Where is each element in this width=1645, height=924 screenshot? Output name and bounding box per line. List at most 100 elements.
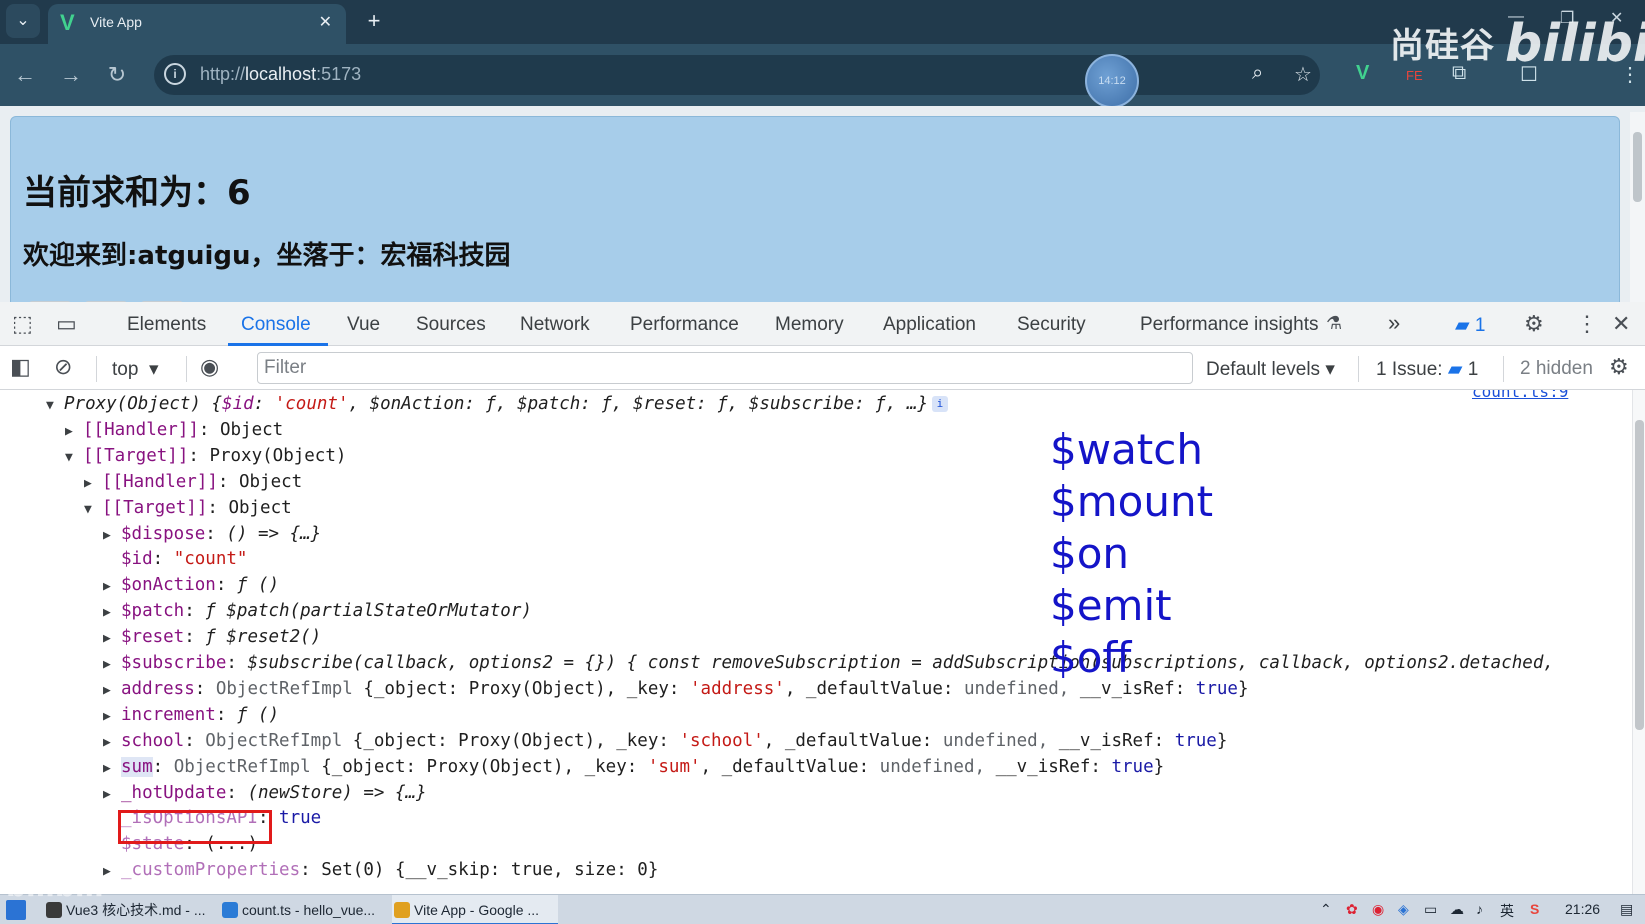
console-tree-row[interactable]: ▶ school: ObjectRefImpl {_object: Proxy(O… <box>103 729 1227 754</box>
page-scrollbar[interactable] <box>1630 112 1645 302</box>
expand-arrow-icon: ▶ <box>65 423 73 439</box>
tab-vue[interactable]: Vue <box>347 314 380 336</box>
overlay-method-label: $watch <box>1050 425 1203 474</box>
log-levels-dropdown[interactable]: Default levels ▾ <box>1206 358 1335 381</box>
tray-app-icon-2[interactable]: ◈ <box>1398 901 1409 918</box>
url-text: http://localhost:5173 <box>200 64 362 84</box>
property-key: address <box>121 678 195 699</box>
property-value: ƒ () <box>236 704 280 725</box>
device-toolbar-icon[interactable]: ▭ <box>56 311 77 337</box>
tray-app-icon-1[interactable]: ✿ <box>1346 901 1358 918</box>
property-key: [[Handler]] <box>102 471 218 492</box>
expand-arrow-icon: ▶ <box>84 475 92 491</box>
forward-icon[interactable]: → <box>54 58 88 92</box>
bilibili-corner-watermark: bilibili <box>6 870 104 903</box>
console-tree-row[interactable]: $id: "count" <box>103 547 247 572</box>
console-tree-row[interactable]: ▶ _hotUpdate: (newStore) => {…} <box>103 781 427 806</box>
property-value: Object <box>228 497 292 518</box>
fe-extension-icon[interactable]: FE <box>1406 68 1423 83</box>
expand-arrow-icon: ▼ <box>65 449 73 465</box>
more-options-icon[interactable]: ⋮ <box>1576 311 1598 337</box>
console-tree-row[interactable]: ▶ _customProperties: Set(0) {__v_skip: tr… <box>103 858 658 883</box>
sidebar-toggle-icon[interactable]: ◧ <box>10 354 31 380</box>
tray-overflow-icon[interactable]: ⌃ <box>1320 901 1332 918</box>
console-tree-row[interactable]: ▶ $reset: ƒ $reset2() <box>103 625 321 650</box>
overlay-method-label: $mount <box>1050 477 1214 526</box>
tab-network[interactable]: Network <box>520 314 590 336</box>
expand-arrow-icon: ▶ <box>103 708 111 724</box>
tab-memory[interactable]: Memory <box>775 314 844 336</box>
taskbar-app-item[interactable]: Vite App - Google ... <box>392 895 558 924</box>
console-tree-row[interactable]: ▶ $dispose: () => {…} <box>103 522 321 547</box>
tab-security[interactable]: Security <box>1017 314 1086 336</box>
property-value: (newStore) => {…} <box>247 782 427 803</box>
tray-cloud-icon[interactable]: ☁ <box>1450 901 1464 918</box>
property-value: "count" <box>173 549 248 570</box>
inspect-element-icon[interactable]: ⬚ <box>12 311 33 337</box>
console-scrollbar[interactable] <box>1632 390 1645 894</box>
tray-record-icon[interactable]: ◉ <box>1372 901 1384 918</box>
close-tab-icon[interactable]: ✕ <box>319 12 332 32</box>
app-icon <box>394 902 410 918</box>
expand-arrow-icon: ▶ <box>103 631 111 647</box>
console-tree-row[interactable]: ▶ [[Handler]]: Object <box>65 418 283 443</box>
source-link[interactable]: count.ts:9 <box>1472 390 1568 401</box>
console-tree-row[interactable]: ▶ sum: ObjectRefImpl {_object: Proxy(Obje… <box>103 755 1164 780</box>
zoom-icon[interactable]: ⌕ <box>1252 62 1263 85</box>
address-bar[interactable]: i http://localhost:5173 ⌕ ☆ <box>154 55 1320 95</box>
bilibili-watermark: bilibili <box>1505 14 1645 74</box>
hidden-count: 2 hidden <box>1520 358 1593 379</box>
context-select[interactable]: top ▾ <box>112 358 159 381</box>
more-tabs-button[interactable]: » <box>1388 310 1400 336</box>
property-key: increment <box>121 704 216 725</box>
taskbar-app-item[interactable]: count.ts - hello_vue... <box>220 895 384 924</box>
highlight-box <box>118 810 272 844</box>
console-tree-row[interactable]: ▶ [[Handler]]: Object <box>84 470 302 495</box>
issues-badge[interactable]: ▰ 1 <box>1455 314 1485 337</box>
property-value: Object <box>219 419 284 440</box>
expand-arrow-icon: ▶ <box>103 527 111 543</box>
tab-console[interactable]: Console <box>241 314 311 336</box>
console-filter-input[interactable] <box>257 352 1193 384</box>
reload-icon[interactable]: ↻ <box>100 58 134 92</box>
bookmark-star-icon[interactable]: ☆ <box>1294 62 1312 87</box>
console-tree-row[interactable]: ▶ increment: ƒ () <box>103 703 279 728</box>
tab-elements[interactable]: Elements <box>127 314 206 336</box>
close-devtools-icon[interactable]: ✕ <box>1612 311 1630 337</box>
start-icon[interactable] <box>6 900 26 920</box>
browser-tab-active[interactable]: V Vite App ✕ <box>48 4 346 44</box>
console-tree-row[interactable]: ▶ $onAction: ƒ () <box>103 573 279 598</box>
tab-application[interactable]: Application <box>883 314 976 336</box>
settings-gear-icon[interactable]: ⚙ <box>1524 311 1544 337</box>
tray-input-method-icon[interactable]: S <box>1530 901 1539 917</box>
tray-volume-icon[interactable]: ♪ <box>1476 901 1483 917</box>
property-key: _hotUpdate <box>121 782 227 803</box>
live-expression-eye-icon[interactable]: ◉ <box>200 354 219 380</box>
recording-timer-badge: 14:12 <box>1085 54 1139 108</box>
screen: ⌄ V Vite App ✕ + — ❐ ✕ ← → ↻ i http://lo… <box>0 0 1645 924</box>
expand-arrow-icon: ▶ <box>103 682 111 698</box>
tab-performance[interactable]: Performance <box>630 314 739 336</box>
console-tree-row[interactable]: ▼ [[Target]]: Proxy(Object) <box>65 444 346 469</box>
console-settings-icon[interactable]: ⚙ <box>1609 354 1629 380</box>
tray-display-icon[interactable]: ▭ <box>1424 901 1437 918</box>
issues-count-button[interactable]: 1 Issue: ▰ 1 <box>1376 358 1478 381</box>
os-taskbar: ⌃ ✿ ◉ ◈ ▭ ☁ ♪ 英 S 21:26 ▤ Vue3 核心技术.md -… <box>0 894 1645 924</box>
vue-devtools-extension-icon[interactable]: V <box>1356 62 1369 85</box>
clear-console-icon[interactable]: ⊘ <box>54 354 72 380</box>
console-tree-row[interactable]: ▶ $subscribe: $subscribe(callback, option… <box>103 651 1554 676</box>
back-icon[interactable]: ← <box>8 58 42 92</box>
tray-ime-indicator[interactable]: 英 <box>1500 901 1514 921</box>
console-tree-row[interactable]: ▼ Proxy(Object) {$id: 'count', $onAction:… <box>46 392 948 417</box>
property-value: Object <box>238 471 303 492</box>
expand-arrow-icon: ▶ <box>103 734 111 750</box>
site-info-icon[interactable]: i <box>164 63 186 85</box>
tab-performance-insights[interactable]: Performance insights <box>1140 314 1318 336</box>
tab-search-button[interactable]: ⌄ <box>6 4 40 38</box>
expand-arrow-icon: ▶ <box>103 786 111 802</box>
console-tree-row[interactable]: ▶ $patch: ƒ $patch(partialStateOrMutator) <box>103 599 532 624</box>
tab-sources[interactable]: Sources <box>416 314 486 336</box>
new-tab-button[interactable]: + <box>358 6 390 38</box>
console-tree-row[interactable]: ▼ [[Target]]: Object <box>84 496 292 521</box>
notification-icon[interactable]: ▤ <box>1620 901 1633 918</box>
